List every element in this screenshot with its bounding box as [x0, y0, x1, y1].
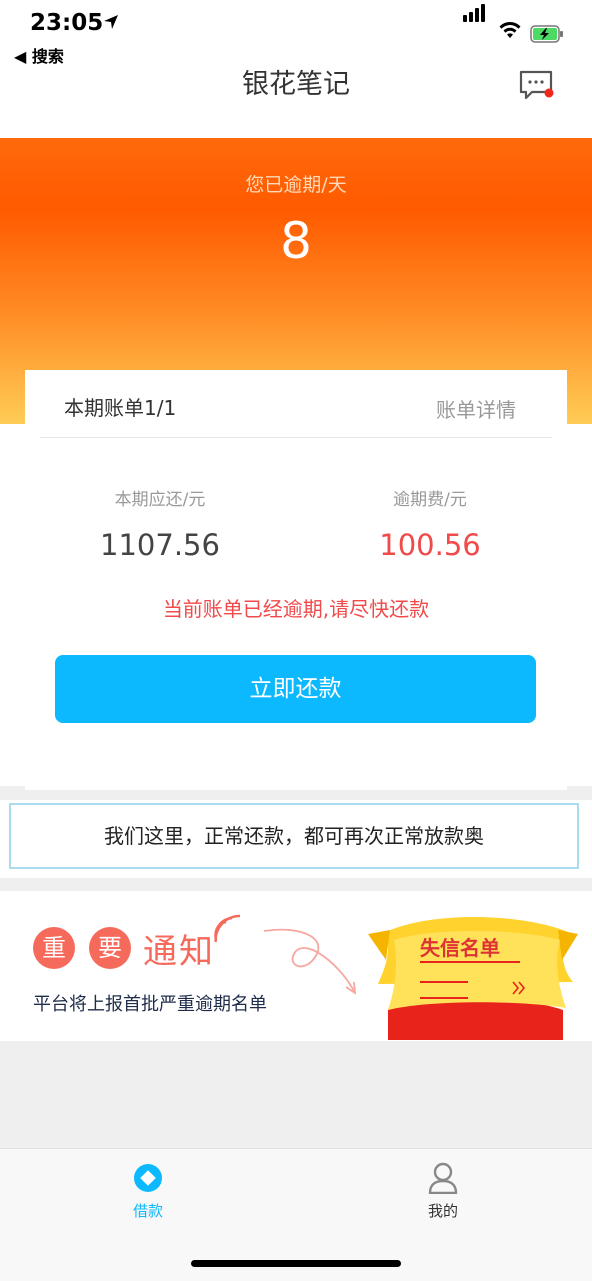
- important-headline: 通知: [143, 932, 215, 972]
- divider: [40, 437, 552, 438]
- tab-loan[interactable]: 借款: [108, 1200, 188, 1221]
- loan-tab-icon[interactable]: [133, 1163, 163, 1193]
- wifi-icon: [499, 22, 521, 38]
- curved-arrow-icon: [263, 928, 357, 995]
- tab-mine[interactable]: 我的: [403, 1200, 483, 1221]
- page-title: 银花笔记: [242, 69, 350, 100]
- blacklist-title: 失信名单: [420, 936, 500, 960]
- status-time: 23:05: [30, 10, 104, 36]
- overdue-fee-value: 100.56: [379, 528, 481, 562]
- amount-due-label: 本期应还/元: [114, 490, 206, 510]
- overdue-days-value: 8: [280, 212, 312, 270]
- important-badge-2: 要: [89, 927, 131, 969]
- overdue-fee-label: 逾期费/元: [393, 490, 467, 510]
- important-badge-1: 重: [33, 927, 75, 969]
- bill-card: [25, 370, 567, 790]
- back-to-app-link[interactable]: ◀ 搜索: [14, 43, 64, 67]
- overdue-warning: 当前账单已经逾期,请尽快还款: [162, 597, 430, 621]
- amount-due-value: 1107.56: [100, 528, 220, 562]
- battery-charging-icon: [530, 25, 563, 43]
- repay-now-button[interactable]: 立即还款: [55, 655, 536, 723]
- location-arrow-icon: [104, 15, 118, 29]
- important-subtitle: 平台将上报首批严重逾期名单: [33, 994, 267, 1015]
- message-button[interactable]: [518, 70, 556, 102]
- profile-tab-icon[interactable]: [428, 1162, 458, 1194]
- notice-box: 我们这里，正常还款，都可再次正常放款奥: [9, 803, 579, 869]
- broadcast-waves-icon: [214, 914, 241, 942]
- overdue-days-label: 您已逾期/天: [245, 174, 347, 196]
- bill-period-title: 本期账单1/1: [64, 396, 177, 420]
- home-indicator[interactable]: [191, 1260, 401, 1267]
- bill-detail-link[interactable]: 账单详情: [436, 394, 516, 423]
